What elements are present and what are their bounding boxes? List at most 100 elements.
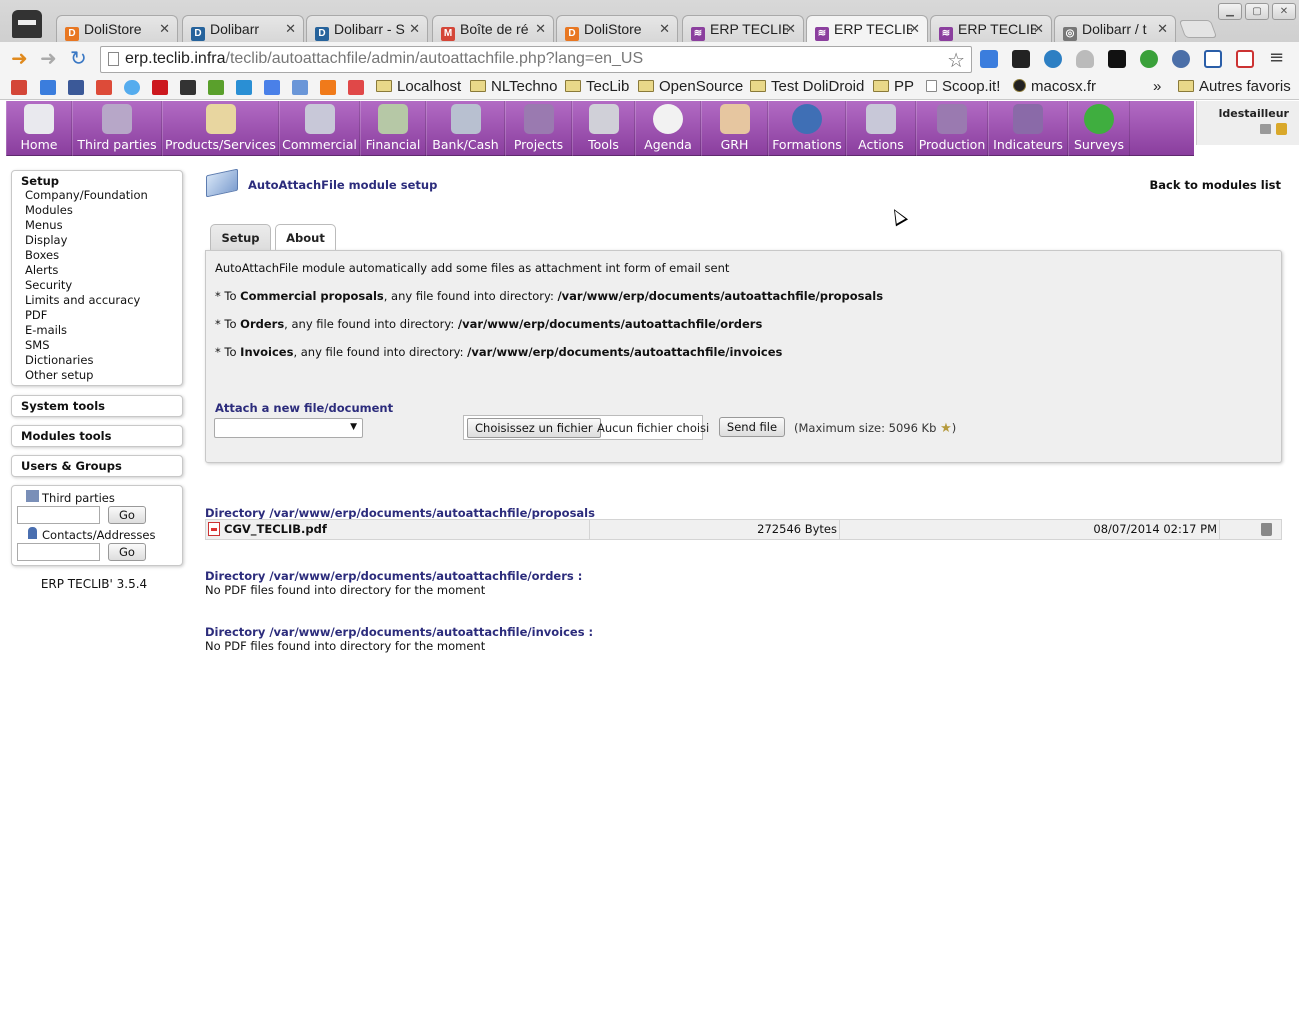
sidebar-item-alerts[interactable]: Alerts	[12, 263, 182, 278]
browser-tab[interactable]: ◎ Dolibarr / t ✕	[1054, 15, 1176, 42]
close-tab-icon[interactable]: ✕	[909, 21, 920, 37]
bookmark-dark-icon[interactable]	[180, 80, 196, 95]
browser-tab[interactable]: ≋ ERP TECLIB ✕	[806, 15, 928, 42]
search-third-parties-go-button[interactable]: Go	[108, 506, 146, 524]
browser-tab[interactable]: D DoliStore ✕	[56, 15, 178, 42]
sidebar-modules-tools[interactable]: Modules tools	[11, 425, 183, 447]
file-name-cell[interactable]: CGV_TECLIB.pdf	[206, 520, 590, 539]
extension-check-icon[interactable]	[980, 50, 998, 68]
close-tab-icon[interactable]: ✕	[409, 21, 420, 37]
close-tab-icon[interactable]: ✕	[535, 21, 546, 37]
choose-file-button[interactable]: Choisissez un fichier	[467, 418, 601, 438]
topmenu-agenda[interactable]: Agenda	[635, 101, 701, 156]
logout-lock-icon[interactable]	[1276, 123, 1287, 135]
bookmark-chart-icon[interactable]	[320, 80, 336, 95]
tab-about[interactable]: About	[275, 224, 336, 251]
search-third-parties-input[interactable]	[17, 506, 100, 524]
maximize-icon[interactable]: ▢	[1245, 3, 1269, 20]
sidebar-item-dictionaries[interactable]: Dictionaries	[12, 353, 182, 368]
bookmark-table-icon[interactable]	[292, 80, 308, 95]
address-bar[interactable]: erp.teclib.infra/teclib/autoattachfile/a…	[100, 46, 972, 73]
close-window-icon[interactable]: ✕	[1272, 3, 1296, 20]
sidebar-item-limits-and-accuracy[interactable]: Limits and accuracy	[12, 293, 182, 308]
youtube-bookmark-icon[interactable]	[152, 80, 168, 95]
browser-profile-icon[interactable]	[12, 10, 42, 38]
reload-icon[interactable]: ↻	[70, 48, 87, 68]
bookmark-star-icon[interactable]: ☆	[947, 48, 965, 73]
bookmark-g-icon[interactable]	[264, 80, 280, 95]
bookmark-item[interactable]: macosx.fr	[1013, 78, 1096, 95]
extension-shield-icon[interactable]	[1076, 50, 1094, 68]
browser-tab[interactable]: D Dolibarr - S ✕	[306, 15, 428, 42]
bookmark-item[interactable]: NLTechno	[470, 78, 557, 95]
attach-directory-select[interactable]: ▼	[214, 418, 363, 438]
topmenu-production[interactable]: Production	[916, 101, 988, 156]
extension-screen-icon[interactable]	[1204, 50, 1222, 68]
extension-molecule-icon[interactable]	[1172, 50, 1190, 68]
topmenu-surveys[interactable]: Surveys	[1068, 101, 1130, 156]
minimize-icon[interactable]: ▁	[1218, 3, 1242, 20]
topmenu-actions[interactable]: Actions	[846, 101, 916, 156]
topmenu-projects[interactable]: Projects	[505, 101, 572, 156]
bookmark-item[interactable]: Test DoliDroid	[750, 78, 864, 95]
sidebar-item-pdf[interactable]: PDF	[12, 308, 182, 323]
sidebar-users-groups[interactable]: Users & Groups	[11, 455, 183, 477]
sidebar-system-tools[interactable]: System tools	[11, 395, 183, 417]
sidebar-item-display[interactable]: Display	[12, 233, 182, 248]
topmenu-financial[interactable]: Financial	[360, 101, 426, 156]
sidebar-item-other-setup[interactable]: Other setup	[12, 368, 182, 383]
bookmark-translate-icon[interactable]	[236, 80, 252, 95]
browser-tab[interactable]: D Dolibarr ✕	[182, 15, 304, 42]
extension-mail-icon[interactable]	[1236, 50, 1254, 68]
sidebar-item-company-foundation[interactable]: Company/Foundation	[12, 188, 182, 203]
extension-globe-icon[interactable]	[1044, 50, 1062, 68]
new-tab-button[interactable]	[1178, 20, 1218, 38]
topmenu-third-parties[interactable]: Third parties	[72, 101, 162, 156]
browser-tab[interactable]: M Boîte de ré ✕	[432, 15, 554, 42]
other-bookmarks[interactable]: Autres favoris	[1178, 78, 1291, 95]
back-to-modules-link[interactable]: Back to modules list	[1149, 178, 1281, 192]
sidebar-item-modules[interactable]: Modules	[12, 203, 182, 218]
sidebar-item-menus[interactable]: Menus	[12, 218, 182, 233]
googleplus-bookmark-icon[interactable]	[96, 80, 112, 95]
topmenu-grh[interactable]: GRH	[701, 101, 768, 156]
browser-menu-icon[interactable]: ≡	[1269, 48, 1284, 68]
bookmark-item[interactable]: TecLib	[565, 78, 629, 95]
sidebar-item-e-mails[interactable]: E-mails	[12, 323, 182, 338]
topmenu-commercial[interactable]: Commercial	[279, 101, 360, 156]
browser-tab[interactable]: ≋ ERP TECLIB ✕	[930, 15, 1052, 42]
sidebar-item-boxes[interactable]: Boxes	[12, 248, 182, 263]
bookmarks-more[interactable]: »	[1153, 78, 1161, 95]
print-icon[interactable]	[1260, 124, 1271, 134]
topmenu-indicateurs[interactable]: Indicateurs	[988, 101, 1068, 156]
delete-trash-icon[interactable]	[1261, 523, 1272, 536]
send-file-button[interactable]: Send file	[719, 417, 785, 437]
bookmark-bars-icon[interactable]	[348, 80, 364, 95]
close-tab-icon[interactable]: ✕	[285, 21, 296, 37]
topmenu-formations[interactable]: Formations	[768, 101, 846, 156]
calendar-bookmark-icon[interactable]	[40, 80, 56, 95]
search-contacts-go-button[interactable]: Go	[108, 543, 146, 561]
extension-chat-icon[interactable]	[1140, 50, 1158, 68]
extension-terminal-icon[interactable]	[1012, 50, 1030, 68]
topmenu-tools[interactable]: Tools	[572, 101, 635, 156]
topmenu-bank-cash[interactable]: Bank/Cash	[426, 101, 505, 156]
close-tab-icon[interactable]: ✕	[785, 21, 796, 37]
close-tab-icon[interactable]: ✕	[659, 21, 670, 37]
sidebar-item-security[interactable]: Security	[12, 278, 182, 293]
bookmark-item[interactable]: PP	[873, 78, 914, 95]
bookmark-item[interactable]: Localhost	[376, 78, 461, 95]
browser-tab[interactable]: D DoliStore ✕	[556, 15, 678, 42]
search-contacts-input[interactable]	[17, 543, 100, 561]
close-tab-icon[interactable]: ✕	[1033, 21, 1044, 37]
forward-arrow-icon[interactable]: ➜	[40, 48, 57, 68]
facebook-bookmark-icon[interactable]	[68, 80, 84, 95]
close-tab-icon[interactable]: ✕	[1157, 21, 1168, 37]
bookmark-green-icon[interactable]	[208, 80, 224, 95]
browser-tab[interactable]: ≋ ERP TECLIB ✕	[682, 15, 804, 42]
gmail-bookmark-icon[interactable]	[11, 80, 27, 95]
bookmark-item[interactable]: OpenSource	[638, 78, 743, 95]
extension-h-icon[interactable]	[1108, 50, 1126, 68]
sidebar-setup-title[interactable]: Setup	[12, 171, 182, 188]
login-username[interactable]: ldestailleur	[1219, 107, 1289, 120]
